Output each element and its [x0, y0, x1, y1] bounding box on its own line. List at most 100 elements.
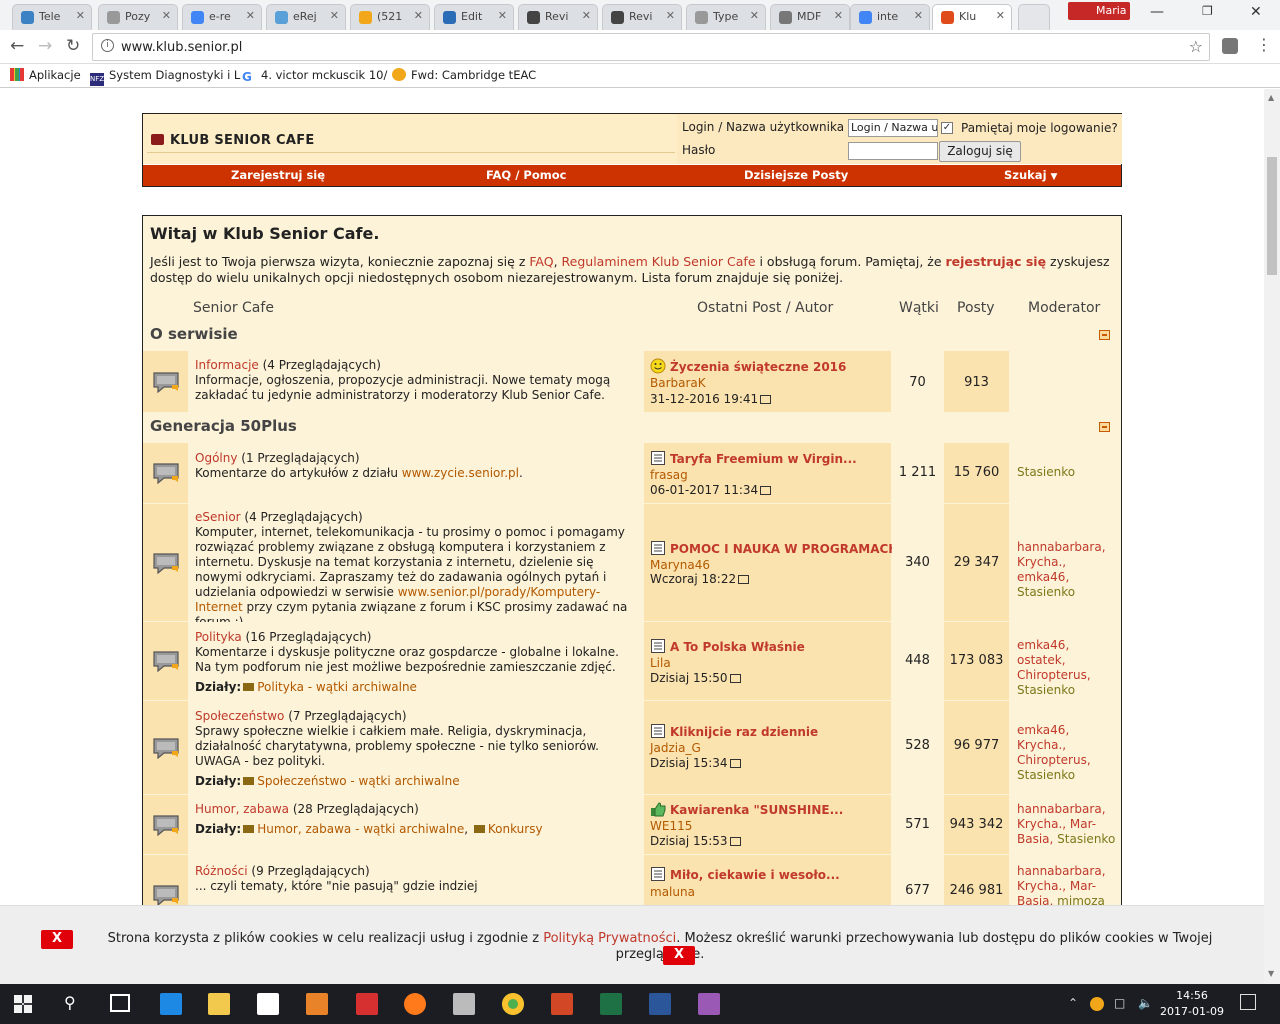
maximize-icon[interactable]: ❐ [1202, 4, 1213, 18]
remember-checkbox[interactable]: ✓ [941, 122, 953, 134]
forum-name-link[interactable]: Różności [195, 864, 248, 878]
tab-close-icon[interactable]: ✕ [750, 9, 759, 22]
notification-icon[interactable]: □ [1114, 996, 1125, 1010]
last-post-author[interactable]: frasag [650, 468, 688, 482]
bookmark-apps[interactable]: Aplikacje [10, 68, 81, 82]
menu-kebab-icon[interactable]: ⋮ [1256, 35, 1272, 54]
moderator-link[interactable]: Krycha. [1017, 817, 1062, 831]
volume-icon[interactable]: 🔈 [1138, 996, 1153, 1010]
minimize-icon[interactable]: — [1150, 4, 1164, 20]
subforum-link[interactable]: Społeczeństwo - wątki archiwalne [257, 774, 459, 788]
collapse-icon[interactable] [1099, 330, 1110, 340]
username-input[interactable]: Login / Nazwa u [848, 119, 938, 137]
excel-icon[interactable] [600, 993, 622, 1015]
last-post-title[interactable]: Życzenia świąteczne 2016 [650, 358, 846, 374]
last-post-title[interactable]: Kawiarenka "SUNSHINE... [650, 801, 843, 817]
browser-tab[interactable]: MDF ✕ [770, 4, 850, 30]
back-icon[interactable]: ← [10, 36, 24, 56]
profile-badge[interactable]: Maria [1068, 2, 1130, 20]
rules-link[interactable]: Regulaminem Klub Senior Cafe [562, 254, 756, 269]
browser-tab[interactable]: Edit ✕ [434, 4, 514, 30]
desc-link[interactable]: www.zycie.senior.pl [402, 466, 519, 480]
scroll-thumb[interactable] [1267, 157, 1277, 275]
privacy-policy-link[interactable]: Polityką Prywatności [543, 931, 676, 946]
powerpoint-icon[interactable] [551, 993, 573, 1015]
tab-close-icon[interactable]: ✕ [582, 9, 591, 22]
printer-icon[interactable] [453, 993, 475, 1015]
bookmark-google[interactable]: G 4. victor mckuscik 10/ [242, 68, 387, 84]
reload-icon[interactable]: ↻ [66, 36, 80, 56]
last-post-title[interactable]: Kliknijcie raz dziennie [650, 723, 818, 739]
task-view-icon[interactable] [110, 994, 130, 1012]
tray-app-icon[interactable] [1090, 997, 1104, 1011]
close-window-icon[interactable]: ✕ [1250, 4, 1262, 20]
moderator-link[interactable]: ostatek [1017, 653, 1062, 667]
moderator-link[interactable]: Stasienko [1017, 768, 1075, 782]
browser-tab[interactable]: Tele ✕ [12, 4, 92, 30]
category-o-serwisie[interactable]: O serwisie [150, 325, 238, 343]
go-to-post-icon[interactable] [760, 395, 772, 404]
moderator-link[interactable]: emka46 [1017, 723, 1065, 737]
edge-icon[interactable] [160, 993, 182, 1015]
subforum-link[interactable]: Humor, zabawa - wątki archiwalne [257, 822, 464, 836]
moderator-link[interactable]: mimoza [1057, 894, 1105, 905]
subforum-link[interactable]: Konkursy [488, 822, 543, 836]
cookie-close-button[interactable]: X [41, 930, 73, 949]
tab-close-icon[interactable]: ✕ [914, 9, 923, 22]
store-icon[interactable] [257, 993, 279, 1015]
login-button[interactable]: Zaloguj się [939, 141, 1021, 162]
go-to-post-icon[interactable] [738, 575, 750, 584]
tab-close-icon[interactable]: ✕ [996, 9, 1005, 22]
taskbar-clock[interactable]: 14:56 2017-01-09 [1160, 988, 1224, 1020]
moderator-link[interactable]: Stasienko [1057, 832, 1115, 846]
go-to-post-icon[interactable] [729, 837, 741, 846]
password-input[interactable] [848, 142, 938, 160]
last-post-title[interactable]: A To Polska Właśnie [650, 638, 805, 654]
go-to-post-icon[interactable] [729, 674, 741, 683]
tab-close-icon[interactable]: ✕ [666, 9, 675, 22]
browser-tab[interactable]: inte ✕ [850, 4, 930, 30]
cookie-close-button-2[interactable]: X [663, 946, 695, 965]
moderator-link[interactable]: Stasienko [1017, 683, 1075, 697]
browser-tab[interactable]: (521 ✕ [350, 4, 430, 30]
moderator-link[interactable]: hannabarbara [1017, 802, 1102, 816]
go-to-post-icon[interactable] [729, 759, 741, 768]
moderator-link[interactable]: Stasienko [1017, 585, 1075, 599]
last-post-author[interactable]: Lila [650, 656, 671, 670]
last-post-author[interactable]: Jadzia_G [650, 741, 701, 755]
new-tab-button[interactable] [1018, 4, 1050, 30]
last-post-author[interactable]: BarbaraK [650, 376, 706, 390]
bookmark-nfz[interactable]: NFZ System Diagnostyki i L [90, 68, 240, 86]
browser-tab[interactable]: Revi ✕ [602, 4, 682, 30]
moderator-link[interactable]: Chiropterus [1017, 753, 1087, 767]
forum-name-link[interactable]: Humor, zabawa [195, 802, 289, 816]
scroll-down-icon[interactable]: ▼ [1268, 969, 1274, 978]
bookmark-star-icon[interactable]: ☆ [1189, 37, 1203, 56]
moderator-link[interactable]: Stasienko [1017, 465, 1075, 479]
nav-faq[interactable]: FAQ / Pomoc [486, 168, 566, 182]
faq-link[interactable]: FAQ [529, 254, 553, 269]
forum-name-link[interactable]: Informacje [195, 358, 259, 372]
moderator-link[interactable]: emka46 [1017, 638, 1065, 652]
browser-tab[interactable]: Revi ✕ [518, 4, 598, 30]
action-center-icon[interactable] [1240, 994, 1256, 1010]
collapse-icon[interactable] [1099, 422, 1110, 432]
last-post-author[interactable]: WE115 [650, 819, 692, 833]
file-explorer-icon[interactable] [208, 993, 230, 1015]
scroll-up-icon[interactable]: ▲ [1268, 93, 1274, 102]
browser-tab[interactable]: Klu ✕ [932, 4, 1012, 30]
address-bar[interactable]: i www.klub.senior.pl ☆ [92, 33, 1210, 61]
moderator-link[interactable]: Chiropterus [1017, 668, 1087, 682]
category-generacja[interactable]: Generacja 50Plus [150, 417, 297, 435]
extension-icon[interactable] [1222, 38, 1238, 54]
forward-icon[interactable]: → [38, 36, 52, 56]
last-post-author[interactable]: Maryna46 [650, 558, 710, 572]
last-post-title[interactable]: Miło, ciekawie i wesoło... [650, 866, 840, 882]
forum-name-link[interactable]: Polityka [195, 630, 242, 644]
tray-chevron-icon[interactable]: ⌃ [1068, 996, 1078, 1010]
last-post-title[interactable]: Taryfa Freemium w Virgin... [650, 450, 857, 466]
register-link[interactable]: rejestrując się [946, 254, 1047, 269]
nav-register[interactable]: Zarejestruj się [231, 168, 325, 182]
browser-tab[interactable]: Pozy ✕ [98, 4, 178, 30]
forum-name-link[interactable]: Ogólny [195, 451, 237, 465]
